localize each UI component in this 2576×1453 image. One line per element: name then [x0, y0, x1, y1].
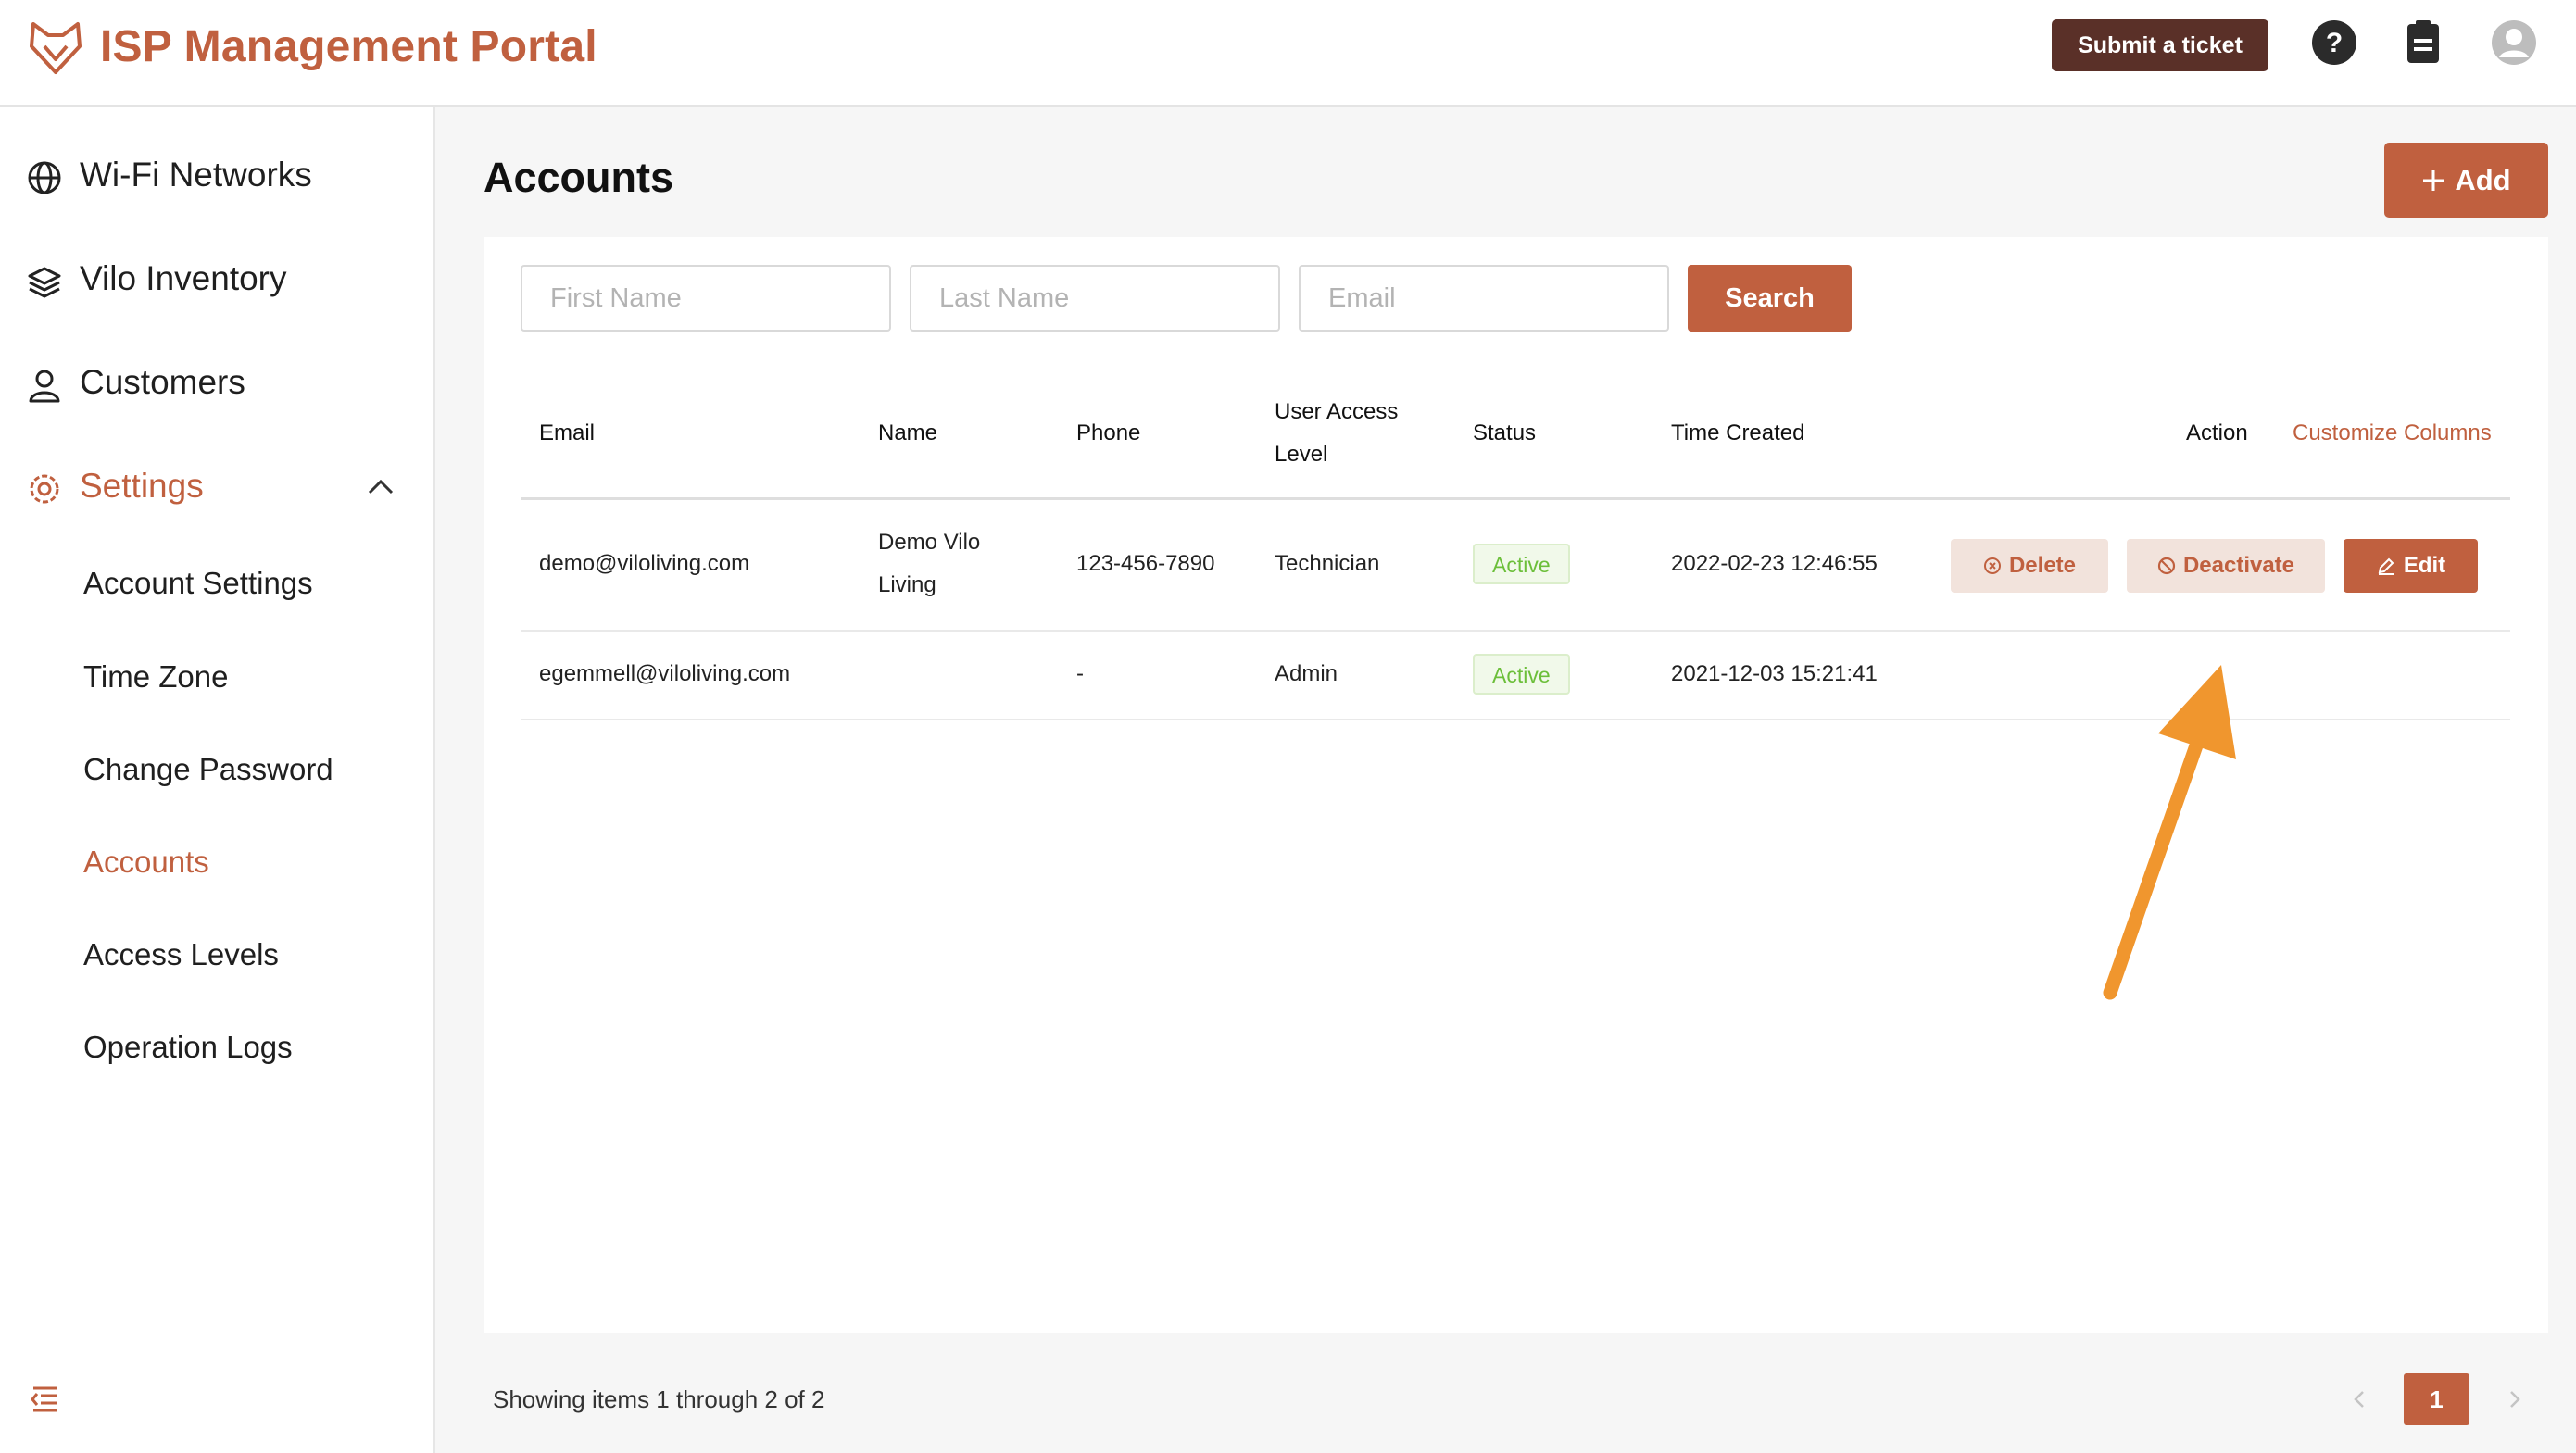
user-icon — [29, 370, 60, 403]
delete-button-label: Delete — [2008, 553, 2077, 578]
last-name-input[interactable] — [910, 265, 1280, 332]
cell-access-level: Technician — [1275, 551, 1380, 576]
plus-icon — [2423, 169, 2444, 191]
sidebar-item-settings[interactable]: Settings — [0, 450, 433, 524]
deactivate-button[interactable]: Deactivate — [2127, 539, 2325, 593]
cell-time-created: 2022-02-23 12:46:55 — [1671, 551, 1878, 576]
cell-time-created: 2021-12-03 15:21:41 — [1671, 661, 1878, 686]
sidebar-item-vilo-inventory[interactable]: Vilo Inventory — [0, 243, 433, 317]
submit-ticket-button[interactable]: Submit a ticket — [2052, 19, 2268, 71]
chevron-right-icon[interactable] — [2501, 1383, 2529, 1416]
sidebar-item-account-settings[interactable]: Account Settings — [83, 551, 417, 616]
edit-button[interactable]: Edit — [2344, 539, 2478, 593]
pagination-summary: Showing items 1 through 2 of 2 — [493, 1385, 825, 1413]
cell-email: demo@viloliving.com — [539, 551, 750, 576]
clipboard-icon[interactable] — [2399, 19, 2447, 67]
column-header-access-line2: Level — [1275, 442, 1328, 467]
collapse-sidebar-icon[interactable] — [30, 1384, 61, 1415]
column-header-access-level: User Access Level — [1275, 391, 1398, 476]
page-title: Accounts — [484, 154, 674, 201]
cell-name-line1: Demo Vilo — [878, 530, 981, 555]
svg-text:?: ? — [2326, 28, 2343, 58]
sidebar-item-label: Vilo Inventory — [80, 259, 287, 297]
app-title: ISP Management Portal — [100, 22, 597, 71]
first-name-input[interactable] — [521, 265, 891, 332]
user-avatar-icon[interactable] — [2490, 19, 2538, 67]
edit-button-label: Edit — [2403, 553, 2446, 578]
chevron-left-icon[interactable] — [2345, 1383, 2373, 1416]
sidebar-item-label: Customers — [80, 363, 245, 401]
customize-columns-link[interactable]: Customize Columns — [2293, 412, 2492, 455]
layers-icon — [28, 267, 61, 298]
globe-icon — [28, 161, 61, 194]
column-header-status: Status — [1473, 420, 1537, 445]
cell-email: egemmell@viloliving.com — [539, 661, 791, 686]
cell-phone: 123-456-7890 — [1076, 551, 1215, 576]
cell-phone: - — [1076, 661, 1084, 686]
deactivate-button-label: Deactivate — [2182, 553, 2295, 578]
column-header-name: Name — [878, 420, 938, 445]
sidebar-item-label: Settings — [80, 467, 204, 505]
edit-pencil-icon — [2378, 557, 2394, 575]
add-account-button[interactable]: Add — [2384, 143, 2548, 218]
cell-name-line2: Living — [878, 572, 936, 597]
search-button[interactable]: Search — [1688, 265, 1852, 332]
annotation-arrow-icon — [2103, 665, 2236, 1000]
block-icon — [2157, 557, 2176, 575]
fox-logo-icon — [30, 22, 82, 74]
row-divider — [521, 630, 2510, 632]
close-circle-icon — [1983, 557, 2001, 574]
delete-button[interactable]: Delete — [1951, 539, 2108, 593]
sidebar-item-change-password[interactable]: Change Password — [83, 737, 417, 802]
sidebar-item-accounts[interactable]: Accounts — [83, 830, 417, 895]
sidebar-item-access-levels[interactable]: Access Levels — [83, 922, 417, 987]
column-header-time-created: Time Created — [1671, 420, 1805, 445]
page-button-current[interactable]: 1 — [2404, 1373, 2469, 1425]
help-icon[interactable]: ? — [2310, 19, 2358, 67]
sidebar-item-time-zone[interactable]: Time Zone — [83, 645, 417, 709]
sidebar-item-customers[interactable]: Customers — [0, 346, 433, 420]
cell-access-level: Admin — [1275, 661, 1338, 686]
column-header-phone: Phone — [1076, 420, 1141, 445]
column-header-access-line1: User Access — [1275, 399, 1399, 424]
sidebar-item-operation-logs[interactable]: Operation Logs — [83, 1015, 417, 1080]
cell-name: Demo Vilo Living — [878, 521, 980, 607]
sidebar-item-label: Wi-Fi Networks — [80, 156, 312, 194]
status-badge: Active — [1473, 654, 1570, 695]
chevron-up-icon — [368, 479, 394, 495]
header-divider — [521, 497, 2510, 500]
sidebar-item-wifi-networks[interactable]: Wi-Fi Networks — [0, 139, 433, 213]
add-button-label: Add — [2455, 163, 2511, 196]
gear-icon — [30, 474, 59, 504]
sidebar: Wi-Fi Networks Vilo Inventory Customers … — [0, 107, 435, 1453]
top-header: ISP Management Portal Submit a ticket ? — [0, 0, 2576, 107]
column-header-email: Email — [539, 420, 596, 445]
email-input[interactable] — [1299, 265, 1669, 332]
status-badge: Active — [1473, 544, 1570, 584]
column-header-action: Action — [2186, 420, 2248, 445]
